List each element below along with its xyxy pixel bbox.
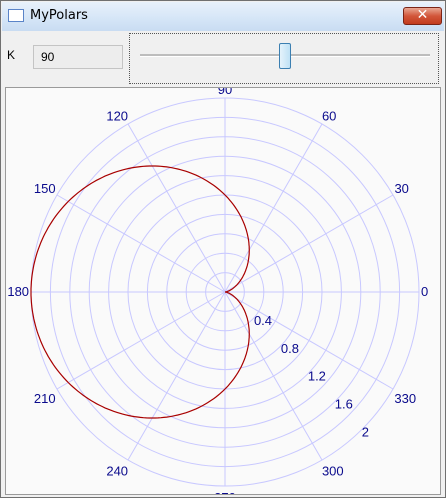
radial-label: 1.6 (335, 397, 353, 412)
k-value-field[interactable]: 90 (33, 45, 123, 69)
radial-label: 2 (362, 425, 369, 440)
window-title: MyPolars (30, 8, 88, 23)
radial-label: 1.2 (308, 369, 326, 384)
angle-label: 270 (214, 490, 236, 494)
window-icon (8, 9, 24, 22)
angle-label: 180 (7, 284, 29, 299)
k-slider[interactable] (129, 33, 439, 84)
k-label: K (7, 48, 16, 62)
close-button[interactable]: ✕ (403, 7, 442, 25)
control-panel: K 90 (2, 31, 444, 86)
angle-label: 150 (34, 181, 56, 196)
radial-label: 0.8 (281, 341, 299, 356)
grid-spoke (56, 291, 226, 390)
grid-spoke (56, 194, 226, 293)
title-bar[interactable]: MyPolars ✕ (2, 2, 444, 31)
grid-spoke (224, 123, 323, 293)
angle-label: 30 (394, 181, 408, 196)
app-window: MyPolars ✕ K 90 0 30 60 90 120 150 180 210 240 27… (0, 0, 446, 498)
angle-label: 90 (218, 88, 232, 97)
angle-label: 300 (322, 463, 344, 478)
polar-chart: 0 30 60 90 120 150 180 210 240 270 300 330 0.4 0.8 1.2… (7, 82, 428, 498)
grid-spoke (127, 291, 226, 461)
angle-label: 0 (421, 284, 428, 299)
close-icon: ✕ (416, 7, 429, 23)
angle-label: 120 (106, 109, 128, 124)
angle-label: 240 (106, 463, 128, 478)
grid-spoke (127, 123, 226, 293)
slider-thumb[interactable] (279, 43, 291, 69)
k-value-text: 90 (41, 50, 55, 64)
radial-label: 0.4 (254, 313, 272, 328)
grid-spoke (224, 194, 394, 293)
polar-plot-area: 0 30 60 90 120 150 180 210 240 270 300 330 0.4 0.8 1.2… (5, 82, 441, 498)
angle-label: 330 (394, 391, 416, 406)
angle-label: 210 (34, 391, 56, 406)
angle-label: 60 (322, 109, 336, 124)
